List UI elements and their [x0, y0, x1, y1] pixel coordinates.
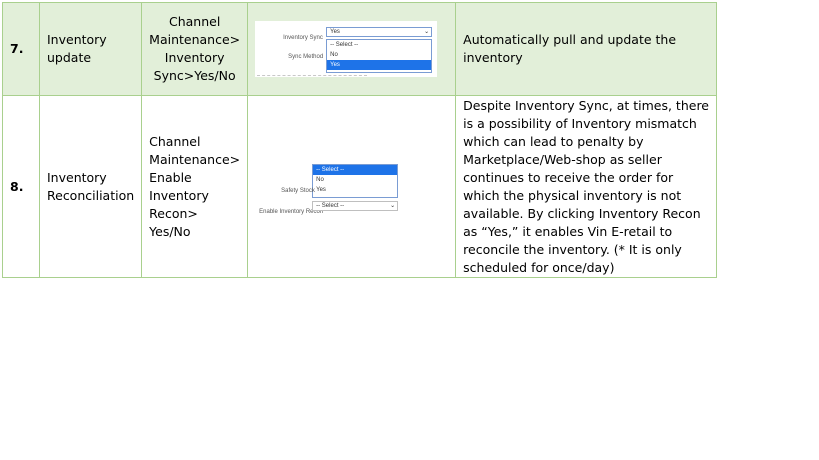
description: Automatically pull and update the invent… [455, 2, 717, 96]
description-line: scheduled for once/day) [463, 260, 615, 275]
description-line: inventory [463, 50, 523, 65]
task-name: Inventory update [38, 2, 143, 96]
description-line: as “Yes,” it enables Vin E-retail to [463, 224, 673, 239]
path-line: Maintenance> [149, 32, 241, 47]
sync-method-dropdown[interactable]: -- Select -- No Yes [326, 39, 433, 73]
task-line: update [47, 50, 92, 65]
screenshot-cell: -- Select -- No Yes Safety Stock Enable … [247, 95, 457, 278]
inventory-sync-screenshot: Inventory Sync Yes ⌄ Sync Method -- Sele… [255, 21, 438, 77]
navigation-path: Channel Maintenance> Inventory Sync>Yes/… [141, 2, 249, 96]
dropdown-option[interactable]: -- Select -- [327, 40, 431, 50]
path-line: Channel [168, 14, 221, 29]
row-number: 7. [2, 2, 40, 96]
path-line: Recon> [149, 205, 198, 221]
table-row: 8. Inventory Reconciliation Channel Main… [2, 95, 717, 278]
description-line: reconcile the inventory. (* It is only [463, 242, 682, 257]
enable-inventory-recon-value: -- Select -- [316, 203, 345, 209]
cropped-row-fragment [257, 75, 368, 77]
description: Despite Inventory Sync, at times, there … [455, 95, 717, 278]
dropdown-option-highlighted[interactable]: Yes [327, 60, 432, 70]
safety-stock-label: Safety Stock [281, 188, 315, 194]
enable-inventory-recon-select[interactable]: -- Select -- ⌄ [312, 201, 399, 211]
dropdown-option[interactable]: No [313, 175, 397, 185]
description-line: Despite Inventory Sync, at times, there [463, 98, 709, 113]
dropdown-option[interactable]: No [327, 50, 431, 60]
description-line: Marketplace/Web-shop as seller [463, 152, 662, 167]
path-line: Sync>Yes/No [153, 68, 236, 83]
chevron-down-icon: ⌄ [424, 29, 430, 35]
description-line: is a possibility of Inventory mismatch [463, 116, 697, 131]
safety-stock-dropdown[interactable]: -- Select -- No Yes [312, 164, 399, 198]
description-line: continues to receive the order for [463, 170, 674, 185]
dropdown-option[interactable]: Yes [313, 185, 397, 195]
path-line: Inventory [149, 187, 209, 203]
path-line: Inventory [164, 50, 225, 65]
process-table: 7. Inventory update Channel Maintenance>… [2, 2, 717, 278]
inventory-sync-label: Inventory Sync [283, 35, 323, 41]
task-line: Inventory [47, 169, 107, 185]
path-line: Enable [149, 169, 192, 185]
navigation-path: Channel Maintenance> Enable Inventory Re… [141, 95, 249, 278]
inventory-recon-screenshot: -- Select -- No Yes Safety Stock Enable … [255, 163, 402, 219]
screenshot-cell: Inventory Sync Yes ⌄ Sync Method -- Sele… [247, 2, 457, 96]
table-row: 7. Inventory update Channel Maintenance>… [2, 2, 717, 96]
inventory-sync-select[interactable]: Yes ⌄ [326, 27, 433, 37]
description-line: which the physical inventory is not [463, 188, 682, 203]
sync-method-label: Sync Method [288, 54, 324, 60]
task-line: Reconciliation [47, 187, 135, 203]
row-number: 8. [2, 95, 40, 278]
description-line: available. By clicking Inventory Recon [463, 206, 701, 221]
task-name: Inventory Reconciliation [38, 95, 143, 278]
path-line: Maintenance> [149, 151, 241, 167]
dropdown-option-highlighted[interactable]: -- Select -- [313, 165, 398, 175]
path-line: Yes/No [149, 223, 191, 239]
description-line: Automatically pull and update the [463, 32, 677, 47]
description-line: which can lead to penalty by [463, 134, 644, 149]
chevron-down-icon: ⌄ [390, 203, 396, 209]
path-line: Channel [149, 133, 201, 149]
task-line: Inventory [47, 32, 107, 47]
inventory-sync-value: Yes [330, 29, 340, 35]
